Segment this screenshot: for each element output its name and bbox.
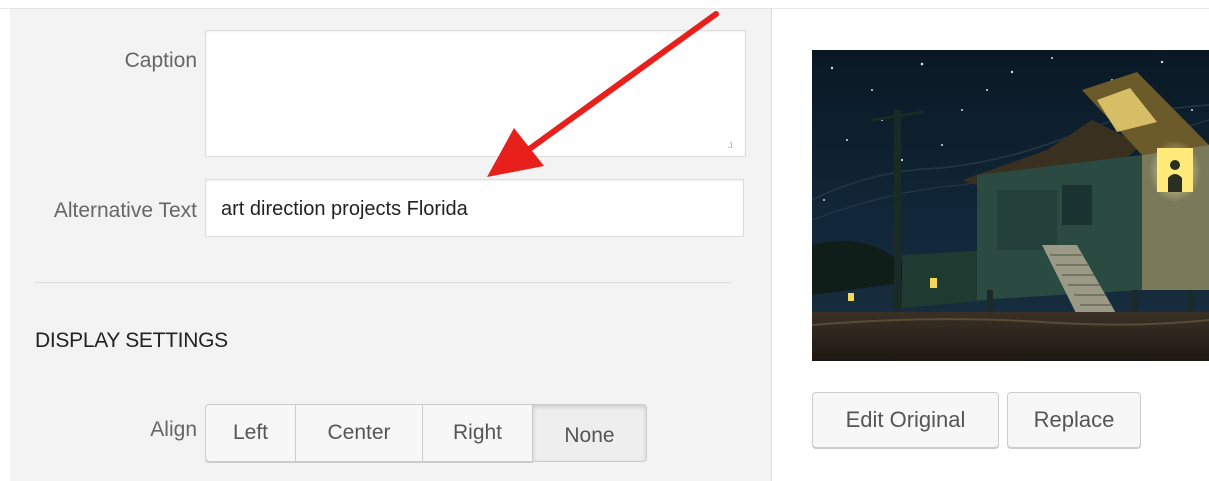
- night-house-illustration: [812, 50, 1209, 361]
- resize-grip-icon[interactable]: .:i: [727, 140, 739, 152]
- display-settings-heading: DISPLAY SETTINGS: [35, 329, 228, 352]
- align-none-button[interactable]: None: [533, 404, 647, 462]
- align-left-button[interactable]: Left: [205, 404, 296, 462]
- caption-label: Caption: [124, 49, 197, 72]
- attachment-fields-panel: Caption .:i Alternative Text art directi…: [10, 9, 772, 481]
- caption-textarea[interactable]: .:i: [205, 30, 746, 157]
- alt-text-input[interactable]: art direction projects Florida: [205, 179, 744, 237]
- section-divider: [34, 282, 731, 283]
- top-edge: [0, 0, 1209, 9]
- replace-button[interactable]: Replace: [1007, 392, 1141, 448]
- align-label: Align: [150, 418, 197, 441]
- edit-original-button[interactable]: Edit Original: [812, 392, 999, 448]
- attachment-image-preview: [812, 50, 1209, 361]
- align-center-button[interactable]: Center: [296, 404, 423, 462]
- align-right-button[interactable]: Right: [423, 404, 533, 462]
- align-button-group: Left Center Right None: [205, 404, 647, 462]
- alt-text-label: Alternative Text: [53, 199, 197, 222]
